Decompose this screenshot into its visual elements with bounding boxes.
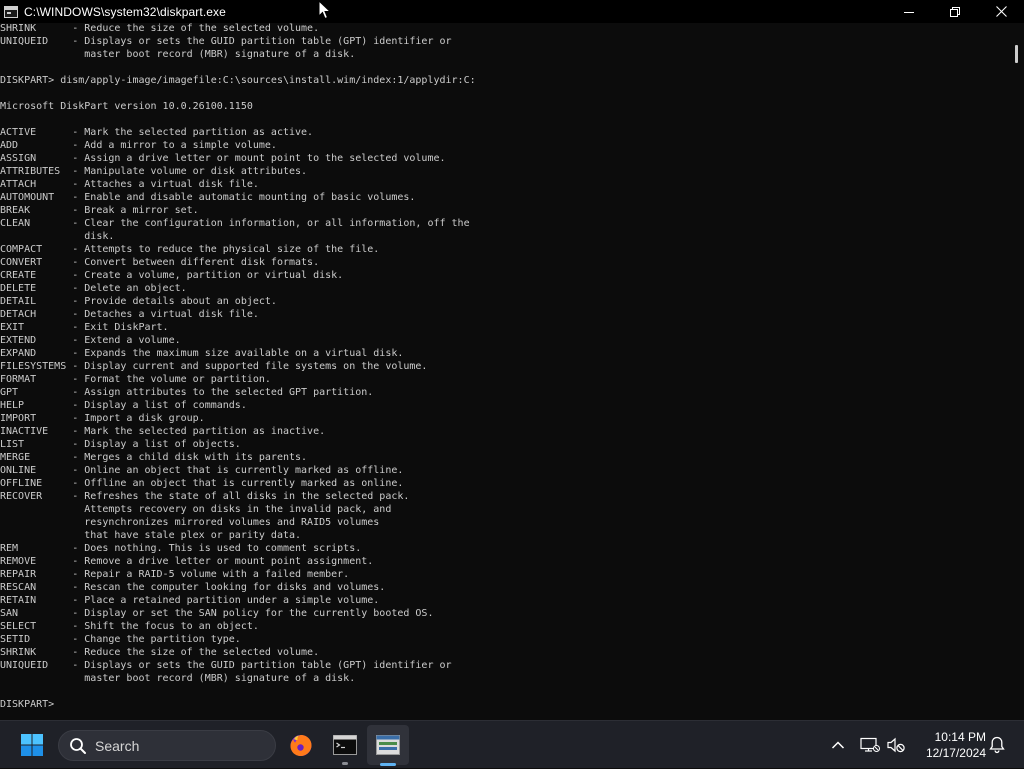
show-hidden-icons-button[interactable] [826,721,850,769]
vertical-scrollbar[interactable] [1006,23,1024,720]
bell-icon [989,736,1005,754]
network-status-button[interactable] [858,721,882,769]
active-indicator [380,763,396,766]
windows-start-icon [21,734,43,756]
console-output-area[interactable]: SHRINK - Reduce the size of the selected… [0,23,1006,720]
clock-time: 10:14 PM [934,730,986,744]
console-text[interactable]: SHRINK - Reduce the size of the selected… [0,23,476,711]
chevron-up-icon [831,741,845,749]
maximize-button[interactable] [932,0,978,23]
volume-muted-icon [887,737,905,753]
firefox-icon [290,735,312,756]
minimize-button[interactable] [886,0,932,23]
search-icon [70,737,86,754]
taskbar-firefox-button[interactable] [282,721,320,769]
scrollbar-thumb[interactable] [1015,45,1018,63]
running-indicator [342,762,348,765]
start-button[interactable] [12,721,52,769]
maximize-icon [950,6,960,17]
terminal-icon [333,735,357,755]
close-icon [995,6,1007,17]
taskbar-search-box[interactable]: Search [58,730,276,761]
close-button[interactable] [978,0,1024,23]
taskbar-cmd-button[interactable] [325,721,365,769]
diskpart-icon [376,735,400,755]
window-title: C:\WINDOWS\system32\diskpart.exe [24,4,226,19]
network-icon [860,737,880,752]
search-placeholder[interactable]: Search [95,738,139,754]
console-app-icon[interactable] [4,5,18,18]
mouse-cursor-icon [318,0,332,20]
clock-date: 12/17/2024 [925,746,986,760]
taskbar-diskpart-button[interactable] [367,721,409,769]
title-bar[interactable]: C:\WINDOWS\system32\diskpart.exe [0,0,1024,23]
taskbar: Search 10:14 PM 12/17/2024 [0,720,1024,768]
notifications-button[interactable] [986,721,1008,769]
system-clock[interactable]: 10:14 PM 12/17/2024 [912,729,986,761]
volume-button[interactable] [884,721,908,769]
window-controls [886,0,1024,23]
minimize-icon [904,11,914,13]
